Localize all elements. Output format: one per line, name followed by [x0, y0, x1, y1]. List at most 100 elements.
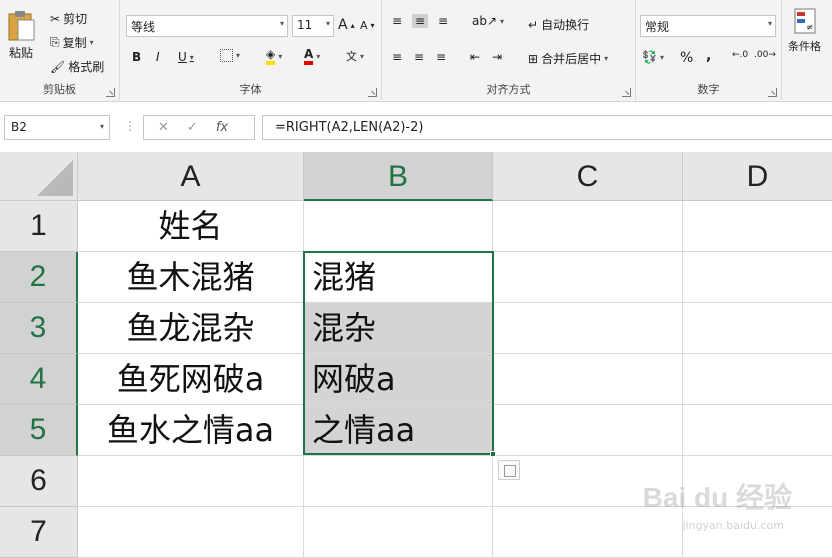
select-all-icon — [37, 160, 73, 196]
alignment-group-label: 对齐方式 — [486, 83, 531, 96]
column-header-b[interactable]: B — [304, 152, 493, 201]
accounting-format-button[interactable]: 💱 ▾ — [642, 50, 664, 64]
align-bottom-button[interactable]: ≡ — [438, 14, 448, 28]
row-header-4[interactable]: 4 — [0, 354, 78, 405]
column-header-c[interactable]: C — [493, 152, 683, 201]
underline-button[interactable]: U ▾ — [178, 50, 194, 64]
percent-button[interactable]: % — [680, 50, 693, 66]
dialog-launcher-icon[interactable] — [368, 88, 377, 97]
phonetic-icon: 文 — [346, 50, 357, 63]
row-header-5[interactable]: 5 — [0, 405, 78, 456]
cell-a7[interactable] — [78, 507, 304, 558]
select-all-button[interactable] — [0, 152, 78, 201]
name-box[interactable]: B2 ▾ — [4, 115, 110, 140]
row-header-2[interactable]: 2 — [0, 252, 78, 303]
cell-c4[interactable] — [493, 354, 683, 405]
chevron-down-icon: ▾ — [236, 51, 241, 60]
cell-b6[interactable] — [304, 456, 493, 507]
grow-font-button[interactable]: A ▴ — [338, 17, 355, 33]
cut-button[interactable]: ✂ 剪切 — [50, 10, 87, 27]
number-group-label: 数字 — [697, 83, 720, 96]
font-size-select[interactable]: 11 ▾ — [292, 15, 334, 37]
cell-c1[interactable] — [493, 201, 683, 252]
cell-c3[interactable] — [493, 303, 683, 354]
cell-a1[interactable]: 姓名 — [78, 201, 304, 252]
currency-icon: 💱 — [642, 50, 657, 64]
wrap-text-icon: ↵ — [528, 17, 539, 32]
align-top-button[interactable]: ≡ — [392, 14, 402, 28]
conditional-format-icon: ≠ — [794, 8, 815, 34]
row-header-3[interactable]: 3 — [0, 303, 78, 354]
decrease-indent-button[interactable]: ⇤ — [470, 50, 480, 64]
cell-d4[interactable] — [683, 354, 832, 405]
clipboard-group: 粘贴 ✂ 剪切 ⎘ 复制 ▾ 🖌 格式刷 剪贴板 — [0, 0, 120, 100]
font-color-button[interactable]: A ▾ — [304, 48, 320, 65]
align-left-button[interactable]: ≡ — [392, 50, 402, 64]
cell-b3[interactable]: 混杂 — [304, 303, 493, 354]
format-painter-button[interactable]: 🖌 格式刷 — [50, 58, 104, 75]
row-header-7[interactable]: 7 — [0, 507, 78, 558]
wrap-text-button[interactable]: ↵ 自动换行 — [528, 16, 589, 33]
paste-button[interactable]: 粘贴 — [6, 8, 36, 61]
formula-bar-grip[interactable]: ⋮ — [124, 119, 136, 133]
dialog-launcher-icon[interactable] — [622, 88, 631, 97]
cell-d1[interactable] — [683, 201, 832, 252]
italic-button[interactable]: I — [156, 50, 160, 64]
fill-color-button[interactable]: ◈ ▾ — [266, 48, 282, 65]
increase-indent-button[interactable]: ⇥ — [492, 50, 502, 64]
cell-b5[interactable]: 之情aa — [304, 405, 493, 456]
orientation-button[interactable]: ab↗ ▾ — [472, 14, 504, 28]
cell-b7[interactable] — [304, 507, 493, 558]
cell-a2[interactable]: 鱼木混猪 — [78, 252, 304, 303]
chevron-down-icon: ▾ — [189, 52, 194, 62]
align-right-button[interactable]: ≡ — [436, 50, 446, 64]
enter-icon[interactable]: ✓ — [187, 120, 198, 135]
cell-b2[interactable]: 混猪 — [304, 252, 493, 303]
cell-d3[interactable] — [683, 303, 832, 354]
cell-b4[interactable]: 网破a — [304, 354, 493, 405]
shrink-font-button[interactable]: A ▾ — [360, 19, 375, 32]
copy-button[interactable]: ⎘ 复制 ▾ — [50, 34, 94, 51]
comma-button[interactable]: , — [706, 48, 711, 64]
quick-analysis-icon[interactable] — [498, 460, 520, 480]
fill-handle[interactable] — [490, 451, 496, 457]
cell-d2[interactable] — [683, 252, 832, 303]
cell-b1[interactable] — [304, 201, 493, 252]
orientation-icon: ab↗ — [472, 14, 498, 28]
chevron-down-icon: ▾ — [99, 122, 104, 131]
cell-c2[interactable] — [493, 252, 683, 303]
cell-a4[interactable]: 鱼死网破a — [78, 354, 304, 405]
decrease-decimal-button[interactable]: .00→ — [754, 50, 776, 60]
clipboard-group-label: 剪贴板 — [43, 83, 76, 96]
merge-center-button[interactable]: ⊞ 合并后居中 ▾ — [528, 50, 608, 67]
borders-button[interactable]: ▾ — [220, 49, 240, 62]
column-header-a[interactable]: A — [78, 152, 304, 201]
chevron-down-icon: ▾ — [604, 54, 609, 63]
chevron-down-icon: ▾ — [278, 52, 283, 61]
styles-group: ≠ 条件格 — [782, 0, 832, 100]
cell-a6[interactable] — [78, 456, 304, 507]
cancel-icon[interactable]: ✕ — [158, 120, 169, 135]
cell-d5[interactable] — [683, 405, 832, 456]
cell-a3[interactable]: 鱼龙混杂 — [78, 303, 304, 354]
phonetic-button[interactable]: 文 ▾ — [346, 48, 364, 64]
align-middle-button[interactable]: ≡ — [412, 14, 429, 28]
font-name-select[interactable]: 等线 ▾ — [126, 15, 288, 37]
align-center-button[interactable]: ≡ — [414, 50, 424, 64]
insert-function-icon[interactable]: fx — [216, 120, 228, 135]
cell-a5[interactable]: 鱼水之情aa — [78, 405, 304, 456]
row-header-1[interactable]: 1 — [0, 201, 78, 252]
bold-button[interactable]: B — [132, 50, 141, 64]
increase-decimal-button[interactable]: ←.0 — [732, 50, 748, 60]
cell-c5[interactable] — [493, 405, 683, 456]
column-header-d[interactable]: D — [683, 152, 832, 201]
chevron-down-icon: ▾ — [659, 52, 664, 62]
row-header-6[interactable]: 6 — [0, 456, 78, 507]
dialog-launcher-icon[interactable] — [768, 88, 777, 97]
dialog-launcher-icon[interactable] — [106, 88, 115, 97]
number-format-select[interactable]: 常规 ▾ — [640, 15, 776, 37]
conditional-format-button[interactable]: ≠ 条件格 — [788, 8, 821, 54]
chevron-down-icon: ▾ — [325, 19, 330, 28]
chevron-down-icon: ▾ — [279, 19, 284, 28]
formula-input[interactable]: =RIGHT(A2,LEN(A2)-2) — [262, 115, 832, 140]
